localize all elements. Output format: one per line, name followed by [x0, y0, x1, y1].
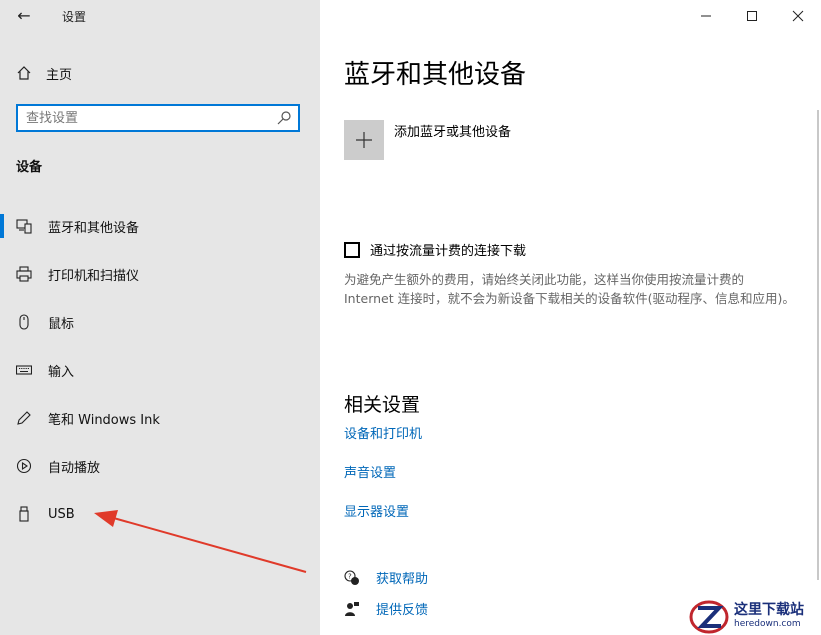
mouse-icon [19, 314, 29, 330]
plus-icon [356, 132, 372, 148]
sidebar-item-usb[interactable]: USB [0, 490, 320, 538]
sidebar-item-home[interactable]: 主页 [16, 62, 72, 84]
pen-icon [17, 411, 31, 425]
arrow-left-icon: ← [17, 6, 31, 25]
metered-download-checkbox[interactable] [344, 241, 360, 258]
usb-icon [19, 506, 29, 522]
section-title: 设备 [16, 160, 43, 175]
metered-download-label[interactable]: 通过按流量计费的连接下载 [370, 240, 526, 259]
sidebar-item-label: 笔和 Windows Ink [48, 412, 160, 428]
sidebar-item-bluetooth[interactable]: 蓝牙和其他设备 [0, 202, 320, 250]
home-icon [17, 66, 31, 80]
watermark-logo-icon [689, 600, 729, 634]
window-title: 设置 [62, 10, 87, 24]
sidebar-item-pen[interactable]: 笔和 Windows Ink [0, 394, 320, 442]
give-feedback-label[interactable]: 提供反馈 [376, 599, 428, 618]
search-input[interactable] [18, 106, 266, 130]
sidebar-item-label: 自动播放 [48, 460, 101, 476]
watermark-url: heredown.com [734, 618, 801, 629]
related-settings-title: 相关设置 [344, 394, 421, 416]
display-settings-link[interactable]: 显示器设置 [344, 501, 409, 520]
sidebar-item-printers[interactable]: 打印机和扫描仪 [0, 250, 320, 298]
close-icon [792, 10, 804, 22]
sidebar-item-label: 打印机和扫描仪 [48, 268, 140, 284]
get-help-label[interactable]: 获取帮助 [376, 568, 428, 587]
minimize-icon [701, 15, 711, 17]
help-chat-icon: ? [344, 569, 359, 585]
metered-description: 为避免产生额外的费用，请始终关闭此功能，这样当你使用按流量计费的 Interne… [344, 272, 795, 306]
sidebar: ← 设置 主页 设备 蓝牙和其他设备 [0, 0, 320, 635]
sidebar-item-label: 蓝牙和其他设备 [48, 220, 140, 236]
feedback-icon [345, 601, 359, 616]
watermark: 这里下载站 heredown.com [688, 598, 821, 635]
printer-icon [16, 266, 32, 282]
maximize-icon [747, 11, 757, 21]
sidebar-item-label: 输入 [48, 364, 75, 380]
add-device-button[interactable] [344, 120, 384, 160]
minimize-button[interactable] [683, 0, 729, 32]
bluetooth-devices-icon [16, 219, 32, 234]
sidebar-item-typing[interactable]: 输入 [0, 346, 320, 394]
autoplay-icon [16, 458, 32, 474]
close-button[interactable] [775, 0, 821, 32]
watermark-title: 这里下载站 [734, 601, 804, 618]
sidebar-item-autoplay[interactable]: 自动播放 [0, 442, 320, 490]
sidebar-item-label: 主页 [46, 67, 73, 83]
devices-and-printers-link[interactable]: 设备和打印机 [344, 423, 422, 442]
search-icon[interactable] [276, 110, 292, 126]
sidebar-item-mouse[interactable]: 鼠标 [0, 298, 320, 346]
sidebar-item-label: 鼠标 [48, 316, 75, 332]
search-field[interactable] [16, 104, 300, 132]
keyboard-icon [16, 365, 32, 375]
sidebar-nav: 蓝牙和其他设备 打印机和扫描仪 鼠标 输入 笔和 Windows Ink 自动播… [0, 202, 320, 538]
title-bar: ← 设置 [0, 0, 320, 32]
page-title: 蓝牙和其他设备 [344, 60, 527, 90]
get-help-link[interactable]: ? 获取帮助 [344, 568, 428, 587]
svg-text:?: ? [348, 572, 352, 580]
give-feedback-link[interactable]: 提供反馈 [344, 599, 428, 618]
scrollbar[interactable] [817, 110, 819, 580]
maximize-button[interactable] [729, 0, 775, 32]
content-pane: 蓝牙和其他设备 添加蓝牙或其他设备 通过按流量计费的连接下载 为避免产生额外的费… [320, 0, 821, 635]
sound-settings-link[interactable]: 声音设置 [344, 462, 396, 481]
metered-download-checkbox-row[interactable]: 通过按流量计费的连接下载 [344, 240, 526, 259]
sidebar-item-label: USB [48, 506, 75, 522]
window-controls [683, 0, 821, 32]
add-device-label[interactable]: 添加蓝牙或其他设备 [394, 121, 511, 140]
back-button[interactable]: ← [10, 4, 38, 28]
